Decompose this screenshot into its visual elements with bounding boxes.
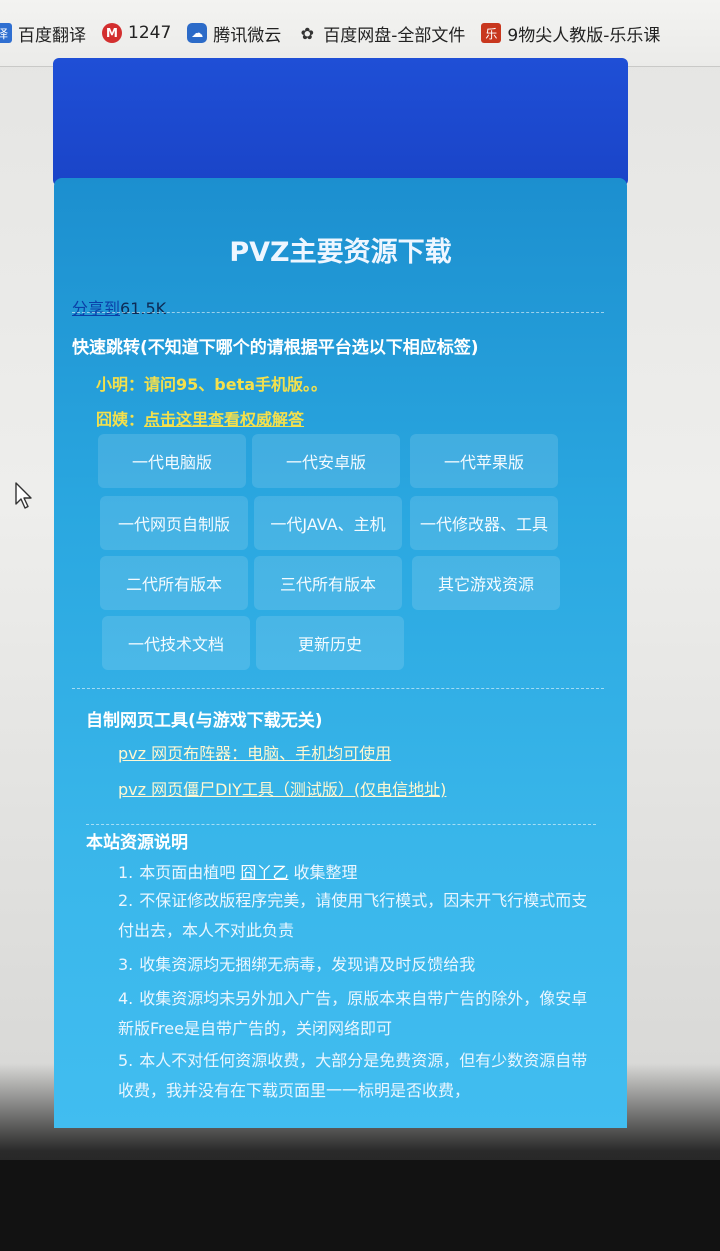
tool-link-formation[interactable]: pvz 网页布阵器：电脑、手机均可使用 <box>118 740 391 764</box>
lele-icon: 乐 <box>481 23 502 43</box>
note-item-4: 4. 收集资源均未另外加入广告，原版本来自带广告的除外，像安卓新版Free是自带广… <box>118 984 598 1044</box>
bookmark-baidu-pan[interactable]: ✿ 百度网盘-全部文件 <box>297 21 466 46</box>
header-banner <box>53 58 628 186</box>
qa-answer-link[interactable]: 点击这里查看权威解答 <box>144 410 304 429</box>
note-item-1: 1. 本页面由植吧 囧丫乙 收集整理 <box>118 858 598 888</box>
notes-title-text: 本站资源说明 <box>86 833 188 853</box>
bookmark-label: 腾讯微云 <box>213 25 282 46</box>
bookmark-baidu-fanyi[interactable]: 译 百度翻译 <box>0 21 86 46</box>
tab-gen3-all[interactable]: 三代所有版本 <box>254 556 402 610</box>
note-text: 本页面由植吧 <box>139 863 236 882</box>
note-number: 1. <box>118 863 134 882</box>
share-count: 61.5K <box>120 299 167 318</box>
qa-answer-prefix: 囧姨： <box>96 410 145 429</box>
tab-android-gen1[interactable]: 一代安卓版 <box>252 434 400 488</box>
tab-trainer-tools-gen1[interactable]: 一代修改器、工具 <box>410 496 558 550</box>
bookmark-label: 9物尖人教版-乐乐课 <box>507 25 661 46</box>
note-text: 收集资源均未另外加入广告，原版本来自带广告的除外，像安卓新版Free是自带广告的… <box>118 989 588 1038</box>
author-link[interactable]: 囧丫乙 <box>240 863 288 882</box>
tab-gen2-all[interactable]: 二代所有版本 <box>100 556 248 610</box>
note-text: 收集资源均无捆绑无病毒，发现请及时反馈给我 <box>139 955 476 974</box>
quick-jump-title: 快速跳转(不知道下哪个的请根据平台选以下相应标签) <box>72 338 479 358</box>
bookmark-1247[interactable]: M 1247 <box>102 23 171 43</box>
tab-pc-gen1[interactable]: 一代电脑版 <box>98 434 246 488</box>
note-number: 3. <box>118 955 134 974</box>
note-text: 不保证修改版程序完美，请使用飞行模式，因未开飞行模式而支付出去，本人不对此负责 <box>118 891 588 940</box>
divider <box>86 824 596 825</box>
bookmark-label: 百度网盘-全部文件 <box>323 25 466 46</box>
tab-java-console-gen1[interactable]: 一代JAVA、主机 <box>254 496 402 550</box>
qa-question: 小明：请问95、beta手机版。。 <box>96 375 328 394</box>
tab-other-games[interactable]: 其它游戏资源 <box>412 556 560 610</box>
notes-title: 本站资源说明 <box>86 826 188 853</box>
note-number: 4. <box>118 989 134 1008</box>
bookmark-label: 百度翻译 <box>18 25 86 46</box>
divider <box>72 312 604 313</box>
tab-ios-gen1[interactable]: 一代苹果版 <box>410 434 558 488</box>
note-item-2: 2. 不保证修改版程序完美，请使用飞行模式，因未开飞行模式而支付出去，本人不对此负… <box>118 886 598 946</box>
divider <box>72 688 604 689</box>
note-item-3: 3. 收集资源均无捆绑无病毒，发现请及时反馈给我 <box>118 950 598 980</box>
bookmarks-bar: 译 百度翻译 M 1247 ☁ 腾讯微云 ✿ 百度网盘-全部文件 乐 9物尖人教… <box>0 0 720 67</box>
bookmark-label: 1247 <box>128 23 172 43</box>
share-row: 分享到61.5K <box>72 295 166 319</box>
tab-update-history[interactable]: 更新历史 <box>256 616 404 670</box>
bookmark-tencent-weiyun[interactable]: ☁ 腾讯微云 <box>187 21 281 46</box>
mouse-pointer-icon <box>15 482 32 509</box>
note-text: 本人不对任何资源收费，大部分是免费资源，但有少数资源自带收费，我并没有在下载页面… <box>118 1051 588 1100</box>
tool-link-zombie-diy[interactable]: pvz 网页僵尸DIY工具（测试版）(仅电信地址) <box>118 776 446 800</box>
bookmark-lele[interactable]: 乐 9物尖人教版-乐乐课 <box>481 21 660 46</box>
download-panel: PVZ主要资源下载 分享到61.5K 快速跳转(不知道下哪个的请根据平台选以下相… <box>54 178 627 1128</box>
tools-title: 自制网页工具(与游戏下载无关) <box>86 711 323 731</box>
baidu-pan-icon: ✿ <box>300 23 314 43</box>
monitor-bezel <box>0 1160 720 1251</box>
note-item-5: 5. 本人不对任何资源收费，大部分是免费资源，但有少数资源自带收费，我并没有在下载… <box>118 1046 598 1106</box>
m-logo-icon: M <box>102 23 122 43</box>
note-number: 5. <box>118 1051 134 1070</box>
tab-tech-docs-gen1[interactable]: 一代技术文档 <box>102 616 250 670</box>
translate-icon: 译 <box>0 23 12 43</box>
page-title: PVZ主要资源下载 <box>229 237 452 268</box>
share-button[interactable]: 分享到 <box>72 299 120 318</box>
note-text: 收集整理 <box>293 863 358 882</box>
qa-answer: 囧姨：点击这里查看权威解答 <box>96 406 304 430</box>
tencent-weiyun-icon: ☁ <box>187 23 208 43</box>
tab-web-gen1[interactable]: 一代网页自制版 <box>100 496 248 550</box>
note-number: 2. <box>118 891 134 910</box>
